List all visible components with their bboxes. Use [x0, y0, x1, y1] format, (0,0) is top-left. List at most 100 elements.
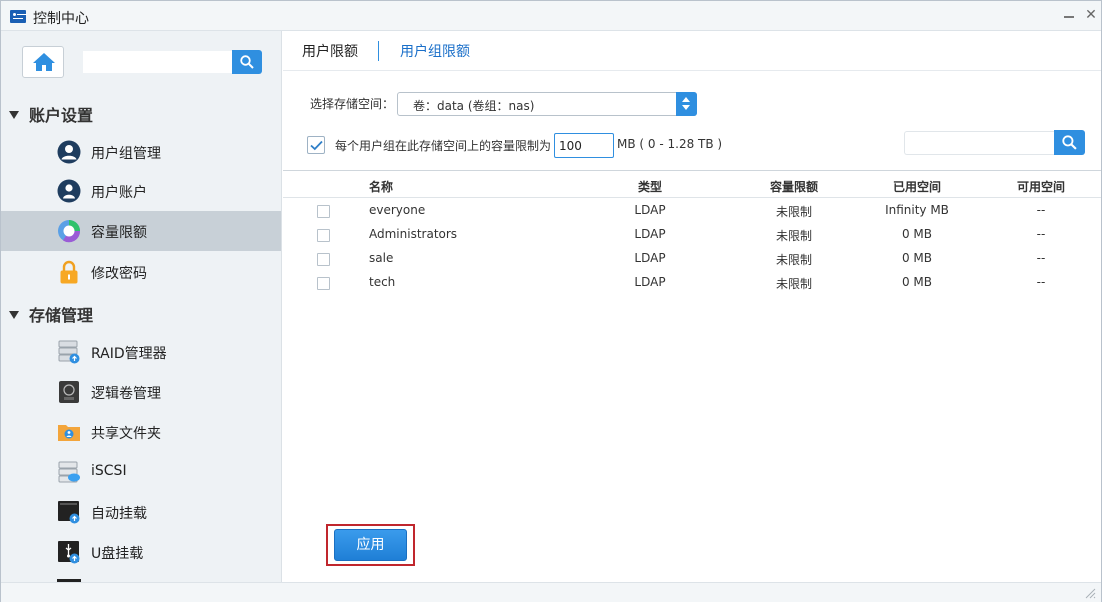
- row-checkbox[interactable]: [317, 205, 330, 218]
- sidebar-item-label: 逻辑卷管理: [91, 386, 161, 402]
- limit-label: 每个用户组在此存储空间上的容量限制为: [335, 139, 552, 153]
- sidebar-item-label: U盘挂载: [91, 546, 144, 562]
- storage-select[interactable]: 卷：data (卷组：nas): [397, 92, 697, 116]
- storage-label: 选择存储空间：: [310, 97, 395, 111]
- user-icon: [57, 179, 81, 203]
- collapse-arrow-icon: [9, 310, 19, 319]
- sidebar-item-shared-folder[interactable]: 共享文件夹: [1, 412, 281, 452]
- lock-icon: [60, 260, 78, 284]
- column-header-type[interactable]: 类型: [615, 178, 685, 195]
- limit-checkbox[interactable]: [307, 136, 325, 154]
- collapse-arrow-icon: [9, 110, 19, 119]
- section-account-settings[interactable]: 账户设置: [9, 102, 94, 125]
- cell-type: LDAP: [634, 275, 666, 289]
- cell-available: --: [1036, 275, 1046, 289]
- column-header-used[interactable]: 已用空间: [862, 178, 972, 195]
- cell-type: LDAP: [634, 203, 666, 217]
- minimize-icon[interactable]: [1061, 7, 1077, 23]
- section-label: 账户设置: [29, 106, 94, 125]
- sidebar-item-label: 修改密码: [91, 266, 147, 282]
- sidebar-search-button[interactable]: [232, 50, 262, 74]
- app-icon: [10, 10, 26, 23]
- cell-type: LDAP: [634, 227, 666, 241]
- cell-available: --: [1036, 227, 1046, 241]
- sidebar-item-auto-mount[interactable]: 自动挂载: [1, 492, 281, 532]
- resize-grip-icon[interactable]: [1085, 588, 1096, 599]
- table-row[interactable]: tech LDAP 未限制 0 MB --: [283, 271, 1101, 295]
- column-header-name[interactable]: 名称: [369, 178, 393, 195]
- sidebar-item-label: iSCSI: [91, 463, 127, 479]
- storage-select-value: 卷：data (卷组：nas): [413, 99, 535, 113]
- row-checkbox[interactable]: [317, 277, 330, 290]
- cell-used: 0 MB: [901, 251, 933, 265]
- column-header-quota[interactable]: 容量限额: [754, 178, 834, 195]
- raid-icon: [58, 340, 80, 364]
- tab-separator: [378, 41, 379, 61]
- section-storage-management[interactable]: 存储管理: [9, 302, 94, 325]
- cell-used: Infinity MB: [885, 203, 949, 217]
- sidebar-search-input[interactable]: [83, 51, 233, 73]
- cell-available: --: [1036, 251, 1046, 265]
- home-button[interactable]: [22, 46, 64, 78]
- table-row[interactable]: everyone LDAP 未限制 Infinity MB --: [283, 199, 1101, 223]
- table-row[interactable]: Administrators LDAP 未限制 0 MB --: [283, 223, 1101, 247]
- search-icon: [240, 55, 254, 69]
- filter-input[interactable]: [904, 131, 1056, 155]
- checkmark-icon: [310, 140, 323, 151]
- column-header-available[interactable]: 可用空间: [1006, 178, 1076, 195]
- table-row[interactable]: sale LDAP 未限制 0 MB --: [283, 247, 1101, 271]
- sidebar-item-user-accounts[interactable]: 用户账户: [1, 171, 281, 211]
- sidebar-item-label: RAID管理器: [91, 346, 167, 362]
- filter-search-button[interactable]: [1054, 130, 1085, 155]
- apply-button[interactable]: 应用: [334, 529, 407, 561]
- cell-quota: 未限制: [775, 229, 812, 243]
- cell-name: everyone: [369, 203, 426, 217]
- cell-available: --: [1036, 203, 1046, 217]
- iscsi-icon: [58, 461, 80, 483]
- sidebar-item-quota[interactable]: 容量限额: [1, 211, 281, 251]
- cell-type: LDAP: [634, 251, 666, 265]
- quota-chart-icon: [58, 220, 81, 243]
- row-checkbox[interactable]: [317, 229, 330, 242]
- usb-mount-icon: [58, 541, 80, 564]
- sidebar-item-iscsi[interactable]: iSCSI: [1, 452, 281, 492]
- cell-quota: 未限制: [775, 277, 812, 291]
- tab-user-quota[interactable]: 用户限额: [302, 41, 358, 61]
- close-icon[interactable]: ✕: [1083, 7, 1099, 23]
- home-icon: [33, 53, 55, 71]
- user-group-icon: [57, 140, 81, 164]
- row-checkbox[interactable]: [317, 253, 330, 266]
- sidebar-item-label: 容量限额: [91, 225, 147, 241]
- sidebar-item-label: 用户组管理: [91, 146, 161, 162]
- limit-range-label: MB ( 0 - 1.28 TB ): [617, 137, 723, 151]
- cell-quota: 未限制: [775, 253, 812, 267]
- status-bar: [1, 582, 1101, 602]
- window-title: 控制中心: [33, 11, 89, 27]
- table-header: 名称 类型 容量限额 已用空间 可用空间: [283, 170, 1101, 198]
- cell-name: Administrators: [369, 227, 458, 241]
- limit-input[interactable]: [554, 133, 614, 158]
- auto-mount-icon: [58, 501, 80, 524]
- cell-used: 0 MB: [901, 275, 933, 289]
- control-center-window: 控制中心 ✕ 账户设置 用户组管理 用户账户 容量限额 修改密码 存储管理 RA…: [0, 0, 1102, 602]
- search-icon: [1062, 135, 1077, 150]
- cell-name: tech: [369, 275, 396, 289]
- dropdown-arrows-icon: [676, 92, 697, 116]
- cell-used: 0 MB: [901, 227, 933, 241]
- sidebar-item-raid-manager[interactable]: RAID管理器: [1, 332, 281, 372]
- section-label: 存储管理: [29, 306, 94, 325]
- sidebar-item-label: 自动挂载: [91, 506, 147, 522]
- tab-bar: 用户限额 用户组限额: [283, 31, 1101, 71]
- shared-folder-icon: [58, 425, 80, 441]
- main-content: 用户限额 用户组限额 选择存储空间： 卷：data (卷组：nas) 每个用户组…: [283, 31, 1101, 582]
- sidebar-item-change-password[interactable]: 修改密码: [1, 252, 281, 292]
- cell-name: sale: [369, 251, 394, 265]
- cell-quota: 未限制: [775, 205, 812, 219]
- title-bar: 控制中心 ✕: [1, 1, 1101, 31]
- sidebar-item-user-group-management[interactable]: 用户组管理: [1, 132, 281, 172]
- sidebar-item-lvm[interactable]: 逻辑卷管理: [1, 372, 281, 412]
- tab-group-quota[interactable]: 用户组限额: [400, 41, 470, 61]
- sidebar-item-label: 共享文件夹: [91, 426, 161, 442]
- sidebar: 账户设置 用户组管理 用户账户 容量限额 修改密码 存储管理 RAID管理器 逻…: [1, 31, 282, 582]
- sidebar-item-usb-mount[interactable]: U盘挂载: [1, 532, 281, 572]
